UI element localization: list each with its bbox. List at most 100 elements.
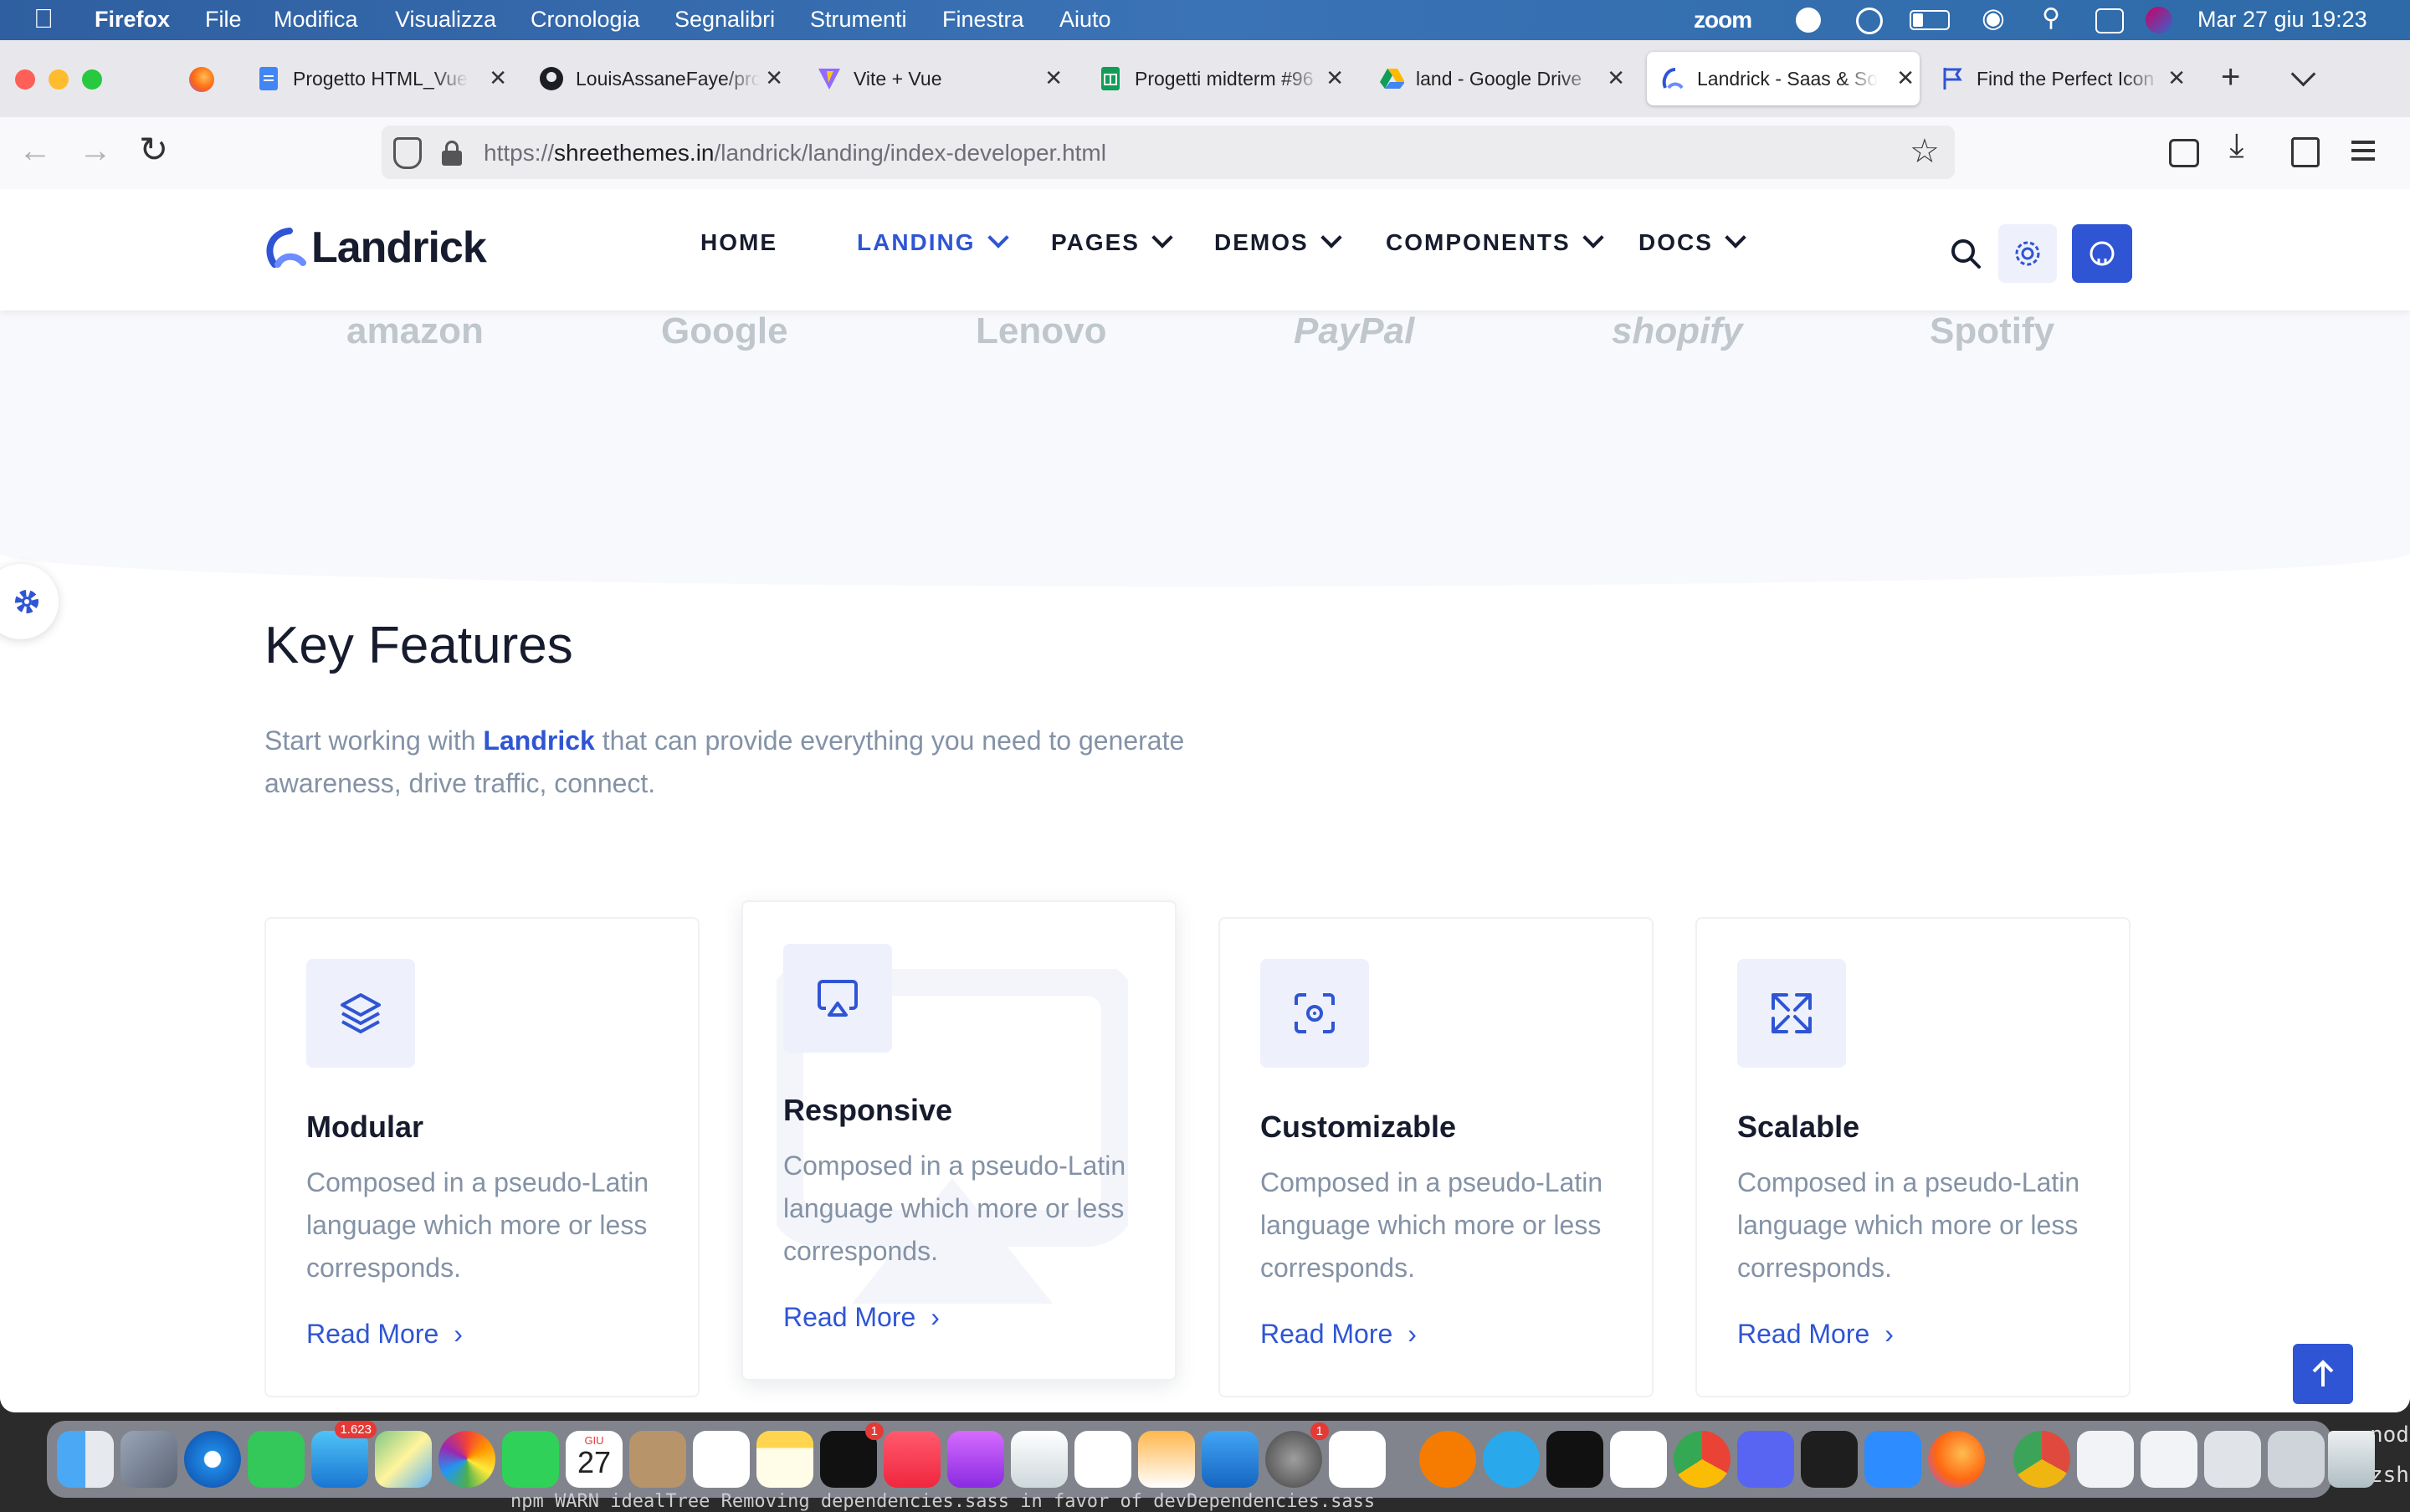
menu-window[interactable]: Finestra bbox=[942, 7, 1024, 33]
apple-tv-icon[interactable]: 1 bbox=[820, 1422, 884, 1488]
forward-button[interactable]: → bbox=[79, 132, 112, 170]
github-button[interactable] bbox=[2072, 224, 2132, 283]
menu-file[interactable]: File bbox=[205, 7, 242, 33]
site-logo[interactable]: Landrick bbox=[263, 223, 487, 273]
reload-button[interactable]: ↻ bbox=[139, 129, 168, 170]
settings-button[interactable] bbox=[1998, 224, 2057, 283]
window-thumbnail-icon[interactable] bbox=[2204, 1431, 2261, 1488]
read-more-link[interactable]: Read More › bbox=[1737, 1319, 1894, 1350]
chrome-recent-icon[interactable] bbox=[2013, 1431, 2070, 1488]
nav-home[interactable]: HOME bbox=[700, 229, 777, 256]
contacts-icon[interactable] bbox=[629, 1431, 686, 1488]
apple-icon[interactable]:  bbox=[33, 3, 54, 34]
battery-icon[interactable] bbox=[1910, 10, 1950, 30]
menu-view[interactable]: Visualizza bbox=[395, 7, 496, 33]
activity-monitor-icon[interactable] bbox=[1546, 1431, 1603, 1488]
url-text[interactable]: https://shreethemes.in/landrick/landing/… bbox=[484, 140, 1106, 167]
messages-icon[interactable] bbox=[248, 1431, 305, 1488]
list-all-tabs-button[interactable] bbox=[2290, 61, 2316, 87]
read-more-link[interactable]: Read More › bbox=[783, 1302, 940, 1333]
html-file-icon[interactable] bbox=[2141, 1431, 2197, 1488]
firefox-view-icon[interactable] bbox=[189, 67, 214, 92]
tab-github-repo[interactable]: LouisAssaneFaye/pro ✕ bbox=[539, 52, 788, 105]
close-window-button[interactable] bbox=[15, 69, 35, 90]
wifi-icon[interactable]: ◉ bbox=[1982, 2, 2005, 33]
podcasts-icon[interactable] bbox=[947, 1431, 1004, 1488]
tab-progetto-html[interactable]: Progetto HTML_Vue.js ✕ bbox=[256, 52, 512, 105]
system-settings-icon[interactable]: 1 bbox=[1265, 1422, 1329, 1488]
launchpad-icon[interactable] bbox=[120, 1431, 177, 1488]
close-tab-icon[interactable]: ✕ bbox=[2167, 65, 2186, 91]
keynote-icon[interactable] bbox=[1011, 1431, 1068, 1488]
finder-icon[interactable] bbox=[57, 1431, 114, 1488]
discord-icon[interactable] bbox=[1737, 1431, 1794, 1488]
lock-icon[interactable] bbox=[442, 141, 462, 166]
bookmark-star-icon[interactable]: ☆ bbox=[1910, 132, 1940, 171]
firefox-icon[interactable] bbox=[1928, 1431, 1985, 1488]
siri-icon[interactable] bbox=[2146, 7, 2172, 33]
tab-google-drive[interactable]: land - Google Drive ✕ bbox=[1379, 52, 1630, 105]
terminal-icon[interactable] bbox=[1801, 1431, 1858, 1488]
music-icon[interactable] bbox=[884, 1431, 941, 1488]
zoom-window-button[interactable] bbox=[82, 69, 102, 90]
close-tab-icon[interactable]: ✕ bbox=[489, 65, 507, 91]
spotlight-search-icon[interactable]: ⚲ bbox=[2042, 3, 2060, 33]
back-button[interactable]: ← bbox=[18, 132, 52, 170]
close-tab-icon[interactable]: ✕ bbox=[1044, 65, 1063, 91]
downloads-icon[interactable]: ⤓ bbox=[2229, 127, 2244, 165]
zoom-status[interactable]: zoom bbox=[1694, 7, 1752, 33]
reminders-icon[interactable] bbox=[693, 1431, 750, 1488]
photos-icon[interactable] bbox=[438, 1431, 495, 1488]
nav-demos[interactable]: DEMOS bbox=[1214, 227, 1342, 256]
hamburger-menu-icon[interactable] bbox=[2351, 141, 2375, 144]
nav-docs[interactable]: DOCS bbox=[1638, 227, 1746, 256]
menu-edit[interactable]: Modifica bbox=[274, 7, 358, 33]
slack-icon[interactable] bbox=[1610, 1431, 1667, 1488]
control-center-icon[interactable] bbox=[2095, 8, 2124, 33]
html-file-icon[interactable] bbox=[2077, 1431, 2134, 1488]
menubar-clock[interactable]: Mar 27 giu 19:23 bbox=[2197, 7, 2367, 33]
telegram-status-icon[interactable] bbox=[1796, 8, 1821, 33]
zoom-app-icon[interactable] bbox=[1864, 1431, 1921, 1488]
close-tab-icon[interactable]: ✕ bbox=[765, 65, 783, 91]
mail-icon[interactable]: 1.623 bbox=[311, 1421, 377, 1488]
subtitle-brand-link[interactable]: Landrick bbox=[483, 725, 594, 756]
nav-components[interactable]: COMPONENTS bbox=[1386, 227, 1604, 256]
notes-icon[interactable] bbox=[756, 1431, 813, 1488]
menu-history[interactable]: Cronologia bbox=[531, 7, 640, 33]
window-thumbnail-icon[interactable] bbox=[2268, 1431, 2325, 1488]
app-store-icon[interactable] bbox=[1202, 1431, 1259, 1488]
menu-app-name[interactable]: Firefox bbox=[95, 7, 170, 33]
calendar-icon[interactable]: GIU 27 bbox=[566, 1431, 623, 1488]
tab-progetti-midterm[interactable]: Progetti midterm #96 ✕ bbox=[1098, 52, 1349, 105]
maps-icon[interactable] bbox=[375, 1431, 432, 1488]
menu-help[interactable]: Aiuto bbox=[1059, 7, 1111, 33]
telegram-icon[interactable] bbox=[1483, 1431, 1540, 1488]
nav-pages[interactable]: PAGES bbox=[1051, 227, 1173, 256]
chrome-icon[interactable] bbox=[1674, 1431, 1731, 1488]
menu-tools[interactable]: Strumenti bbox=[810, 7, 907, 33]
vscode-icon[interactable] bbox=[1329, 1431, 1386, 1488]
numbers-icon[interactable] bbox=[1074, 1431, 1131, 1488]
close-tab-icon[interactable]: ✕ bbox=[1326, 65, 1344, 91]
facetime-icon[interactable] bbox=[502, 1431, 559, 1488]
theme-switcher-toggle[interactable] bbox=[0, 564, 59, 639]
minimize-window-button[interactable] bbox=[49, 69, 69, 90]
search-icon[interactable] bbox=[1950, 238, 1982, 269]
extensions-icon[interactable] bbox=[2291, 137, 2320, 167]
url-bar[interactable]: https://shreethemes.in/landrick/landing/… bbox=[382, 126, 1955, 179]
tab-landrick-active[interactable]: Landrick - Saas & So ✕ bbox=[1647, 52, 1920, 105]
trash-icon[interactable] bbox=[2328, 1431, 2375, 1488]
new-tab-button[interactable]: + bbox=[2221, 59, 2240, 96]
vlc-icon[interactable] bbox=[1419, 1431, 1476, 1488]
pages-icon[interactable] bbox=[1138, 1431, 1195, 1488]
menu-bookmarks[interactable]: Segnalibri bbox=[674, 7, 775, 33]
play-status-icon[interactable] bbox=[1856, 8, 1883, 34]
tab-find-icon[interactable]: Find the Perfect Icon ✕ bbox=[1940, 52, 2191, 105]
close-tab-icon[interactable]: ✕ bbox=[1896, 65, 1915, 91]
pocket-icon[interactable] bbox=[2169, 139, 2199, 167]
tracking-protection-icon[interactable] bbox=[393, 137, 422, 169]
nav-landing[interactable]: LANDING bbox=[857, 227, 1009, 256]
read-more-link[interactable]: Read More › bbox=[1260, 1319, 1417, 1350]
tab-vite-vue[interactable]: Vite + Vue ✕ bbox=[817, 52, 1068, 105]
